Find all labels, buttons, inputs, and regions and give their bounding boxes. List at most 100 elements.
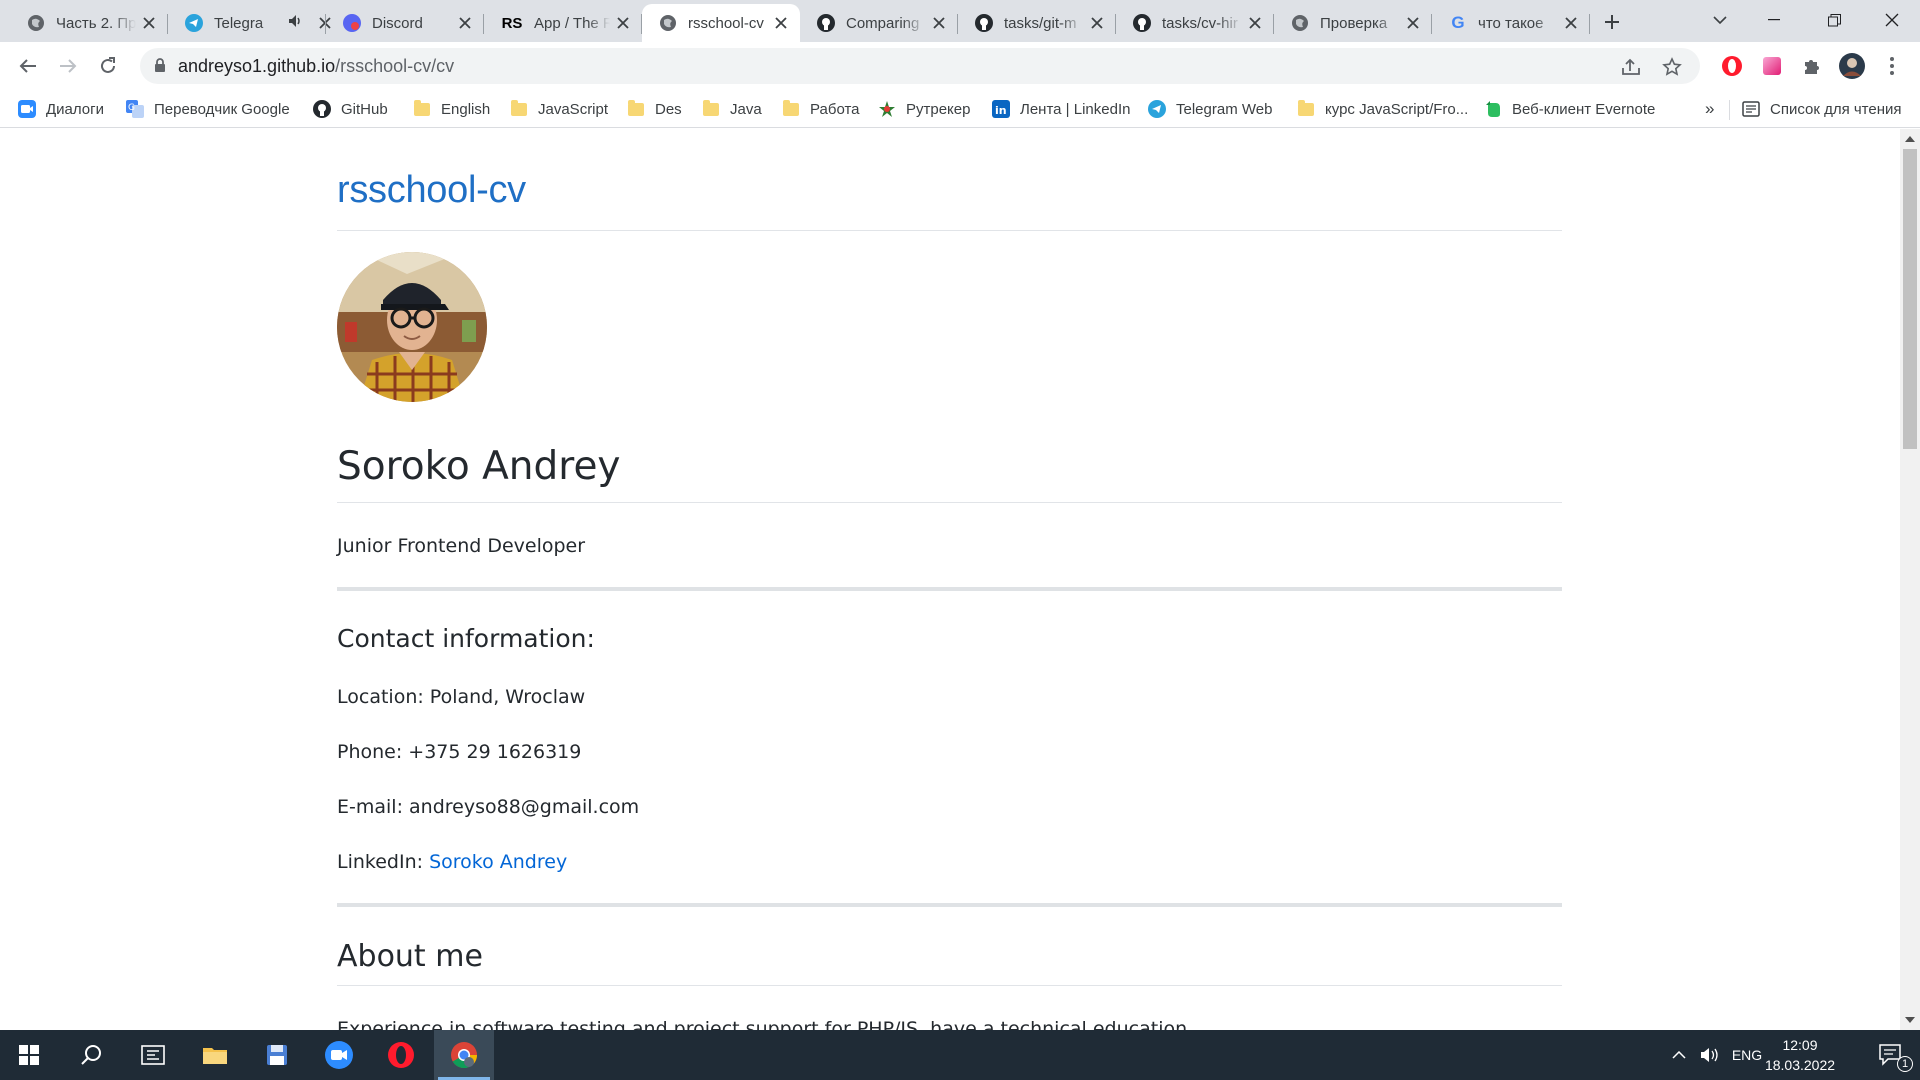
gradient-ext-icon[interactable] (1758, 52, 1786, 80)
tab-8[interactable]: tasks/cv-hir (1116, 4, 1274, 42)
close-icon[interactable] (456, 14, 474, 32)
rs-icon: RS (501, 14, 523, 32)
bookmark-label: Лента | LinkedIn (1020, 100, 1131, 118)
close-icon[interactable] (614, 14, 632, 32)
tab-title: App / The R (534, 14, 610, 32)
search-icon[interactable] (62, 1030, 120, 1080)
bookmarks-bar: Диалоги G Переводчик Google GitHub Englis… (0, 90, 1920, 128)
system-clock[interactable]: 12:09 18.03.2022 (1755, 1035, 1845, 1075)
windows-start-icon[interactable] (0, 1030, 58, 1080)
folder-icon (1297, 99, 1315, 118)
notification-count-badge: 1 (1897, 1056, 1913, 1072)
section-divider (337, 587, 1562, 591)
bookmark-star-icon[interactable] (1661, 56, 1683, 78)
bookmark-linkedin[interactable]: in Лента | LinkedIn (992, 96, 1130, 122)
globe-icon (26, 13, 46, 33)
tab-title: Discord (372, 14, 423, 32)
close-window-button[interactable] (1864, 0, 1920, 40)
telegram-icon (1148, 100, 1166, 118)
tab-10[interactable]: G что такое (1432, 4, 1590, 42)
bookmark-folder-des[interactable]: Des (627, 96, 682, 122)
globe-icon (658, 13, 678, 33)
tab-1[interactable]: Часть 2. Пр (10, 4, 168, 42)
tab-title: tasks/git-m (1004, 14, 1077, 32)
new-tab-button[interactable] (1598, 8, 1626, 36)
google-icon: G (1451, 13, 1465, 32)
tab-6[interactable]: Comparing (800, 4, 958, 42)
chrome-icon[interactable] (434, 1030, 494, 1080)
bookmarks-overflow-button[interactable]: » (1705, 96, 1714, 122)
bookmark-telegram-web[interactable]: Telegram Web (1148, 96, 1272, 122)
back-button[interactable] (12, 50, 44, 82)
tab-4[interactable]: RS App / The R (484, 4, 642, 42)
tab-9[interactable]: Проверка (1274, 4, 1432, 42)
audio-icon[interactable] (288, 14, 304, 32)
reload-button[interactable] (92, 50, 124, 82)
opera-ext-icon[interactable] (1718, 52, 1746, 80)
folder-icon (510, 99, 528, 118)
name-divider (337, 502, 1562, 503)
tray-expand-icon[interactable] (1664, 1030, 1694, 1080)
svg-text:in: in (995, 104, 1007, 117)
task-view-icon[interactable] (124, 1030, 182, 1080)
tab-title: Часть 2. Пр (56, 14, 136, 32)
restore-button[interactable] (1806, 0, 1862, 40)
bookmark-folder-javascript[interactable]: JavaScript (510, 96, 608, 122)
scroll-up-arrow[interactable] (1904, 133, 1916, 145)
extensions-puzzle-icon[interactable] (1798, 52, 1826, 80)
translate-icon: G (126, 100, 144, 118)
tab-7[interactable]: tasks/git-m (958, 4, 1116, 42)
page-viewport[interactable]: rsschool-cv Soroko Andrey Junior Fronten… (0, 129, 1920, 1030)
tab-2[interactable]: Telegra (168, 4, 331, 42)
bookmark-translate[interactable]: G Переводчик Google (126, 96, 290, 122)
contact-email: E-mail: andreyso88@gmail.com (337, 796, 640, 818)
file-explorer-icon[interactable] (186, 1030, 244, 1080)
scrollbar-thumb[interactable] (1903, 149, 1917, 449)
bookmark-evernote[interactable]: Веб-клиент Evernote (1484, 96, 1655, 122)
bookmark-dialogi[interactable]: Диалоги (18, 96, 104, 122)
url-text[interactable]: andreyso1.github.io/rsschool-cv/cv (178, 56, 454, 77)
address-bar[interactable]: andreyso1.github.io/rsschool-cv/cv (140, 48, 1700, 84)
close-icon[interactable] (1404, 14, 1422, 32)
contact-location: Location: Poland, Wroclaw (337, 686, 586, 708)
close-icon[interactable] (930, 14, 948, 32)
volume-icon[interactable] (1694, 1030, 1726, 1080)
close-icon[interactable] (1246, 14, 1264, 32)
github-icon (974, 13, 994, 33)
close-icon[interactable] (772, 14, 790, 32)
share-icon[interactable] (1620, 56, 1642, 78)
scroll-down-arrow[interactable] (1904, 1014, 1916, 1026)
lock-icon[interactable] (154, 58, 166, 78)
globe-icon (1290, 13, 1310, 33)
zoom-icon[interactable] (310, 1030, 368, 1080)
minimize-button[interactable] (1746, 0, 1802, 40)
bookmark-folder-english[interactable]: English (413, 96, 490, 122)
tab-5-active[interactable]: rsschool-cv (642, 4, 800, 42)
page-scrollbar[interactable] (1900, 129, 1920, 1030)
forward-button[interactable] (52, 50, 84, 82)
reading-list-button[interactable]: Список для чтения (1742, 96, 1902, 122)
bookmark-github[interactable]: GitHub (313, 96, 388, 122)
save-app-icon[interactable] (248, 1030, 306, 1080)
notification-center-icon[interactable]: 1 (1862, 1030, 1920, 1080)
kebab-menu-icon[interactable] (1878, 52, 1906, 80)
site-title-link[interactable]: rsschool-cv (337, 169, 526, 212)
bookmark-folder-course[interactable]: курс JavaScript/Fro... (1297, 96, 1468, 122)
toolbar: andreyso1.github.io/rsschool-cv/cv (0, 42, 1920, 90)
clock-date: 18.03.2022 (1764, 1057, 1836, 1073)
tab-3[interactable]: Discord (326, 4, 484, 42)
tab-title: что такое (1478, 14, 1544, 32)
bookmark-rutracker[interactable]: Рутрекер (878, 96, 970, 122)
bookmark-folder-rabota[interactable]: Работа (782, 96, 860, 122)
close-icon[interactable] (1562, 14, 1580, 32)
bookmark-folder-java[interactable]: Java (702, 96, 762, 122)
github-icon (1132, 13, 1152, 33)
contact-linkedin: LinkedIn: Soroko Andrey (337, 851, 567, 873)
close-icon[interactable] (140, 14, 158, 32)
tab-search-button[interactable] (1692, 0, 1748, 40)
close-icon[interactable] (1088, 14, 1106, 32)
folder-icon (782, 99, 800, 118)
profile-avatar[interactable] (1838, 52, 1866, 80)
linkedin-link[interactable]: Soroko Andrey (429, 851, 567, 873)
opera-icon[interactable] (372, 1030, 430, 1080)
